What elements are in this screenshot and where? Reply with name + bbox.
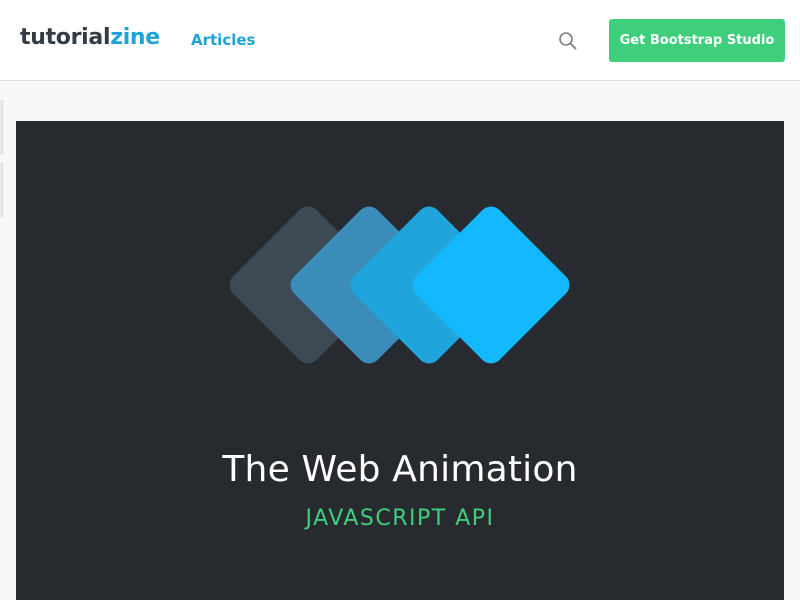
hero-title: The Web Animation bbox=[222, 449, 578, 490]
hero-subtitle: JAVASCRIPT API bbox=[305, 506, 495, 531]
